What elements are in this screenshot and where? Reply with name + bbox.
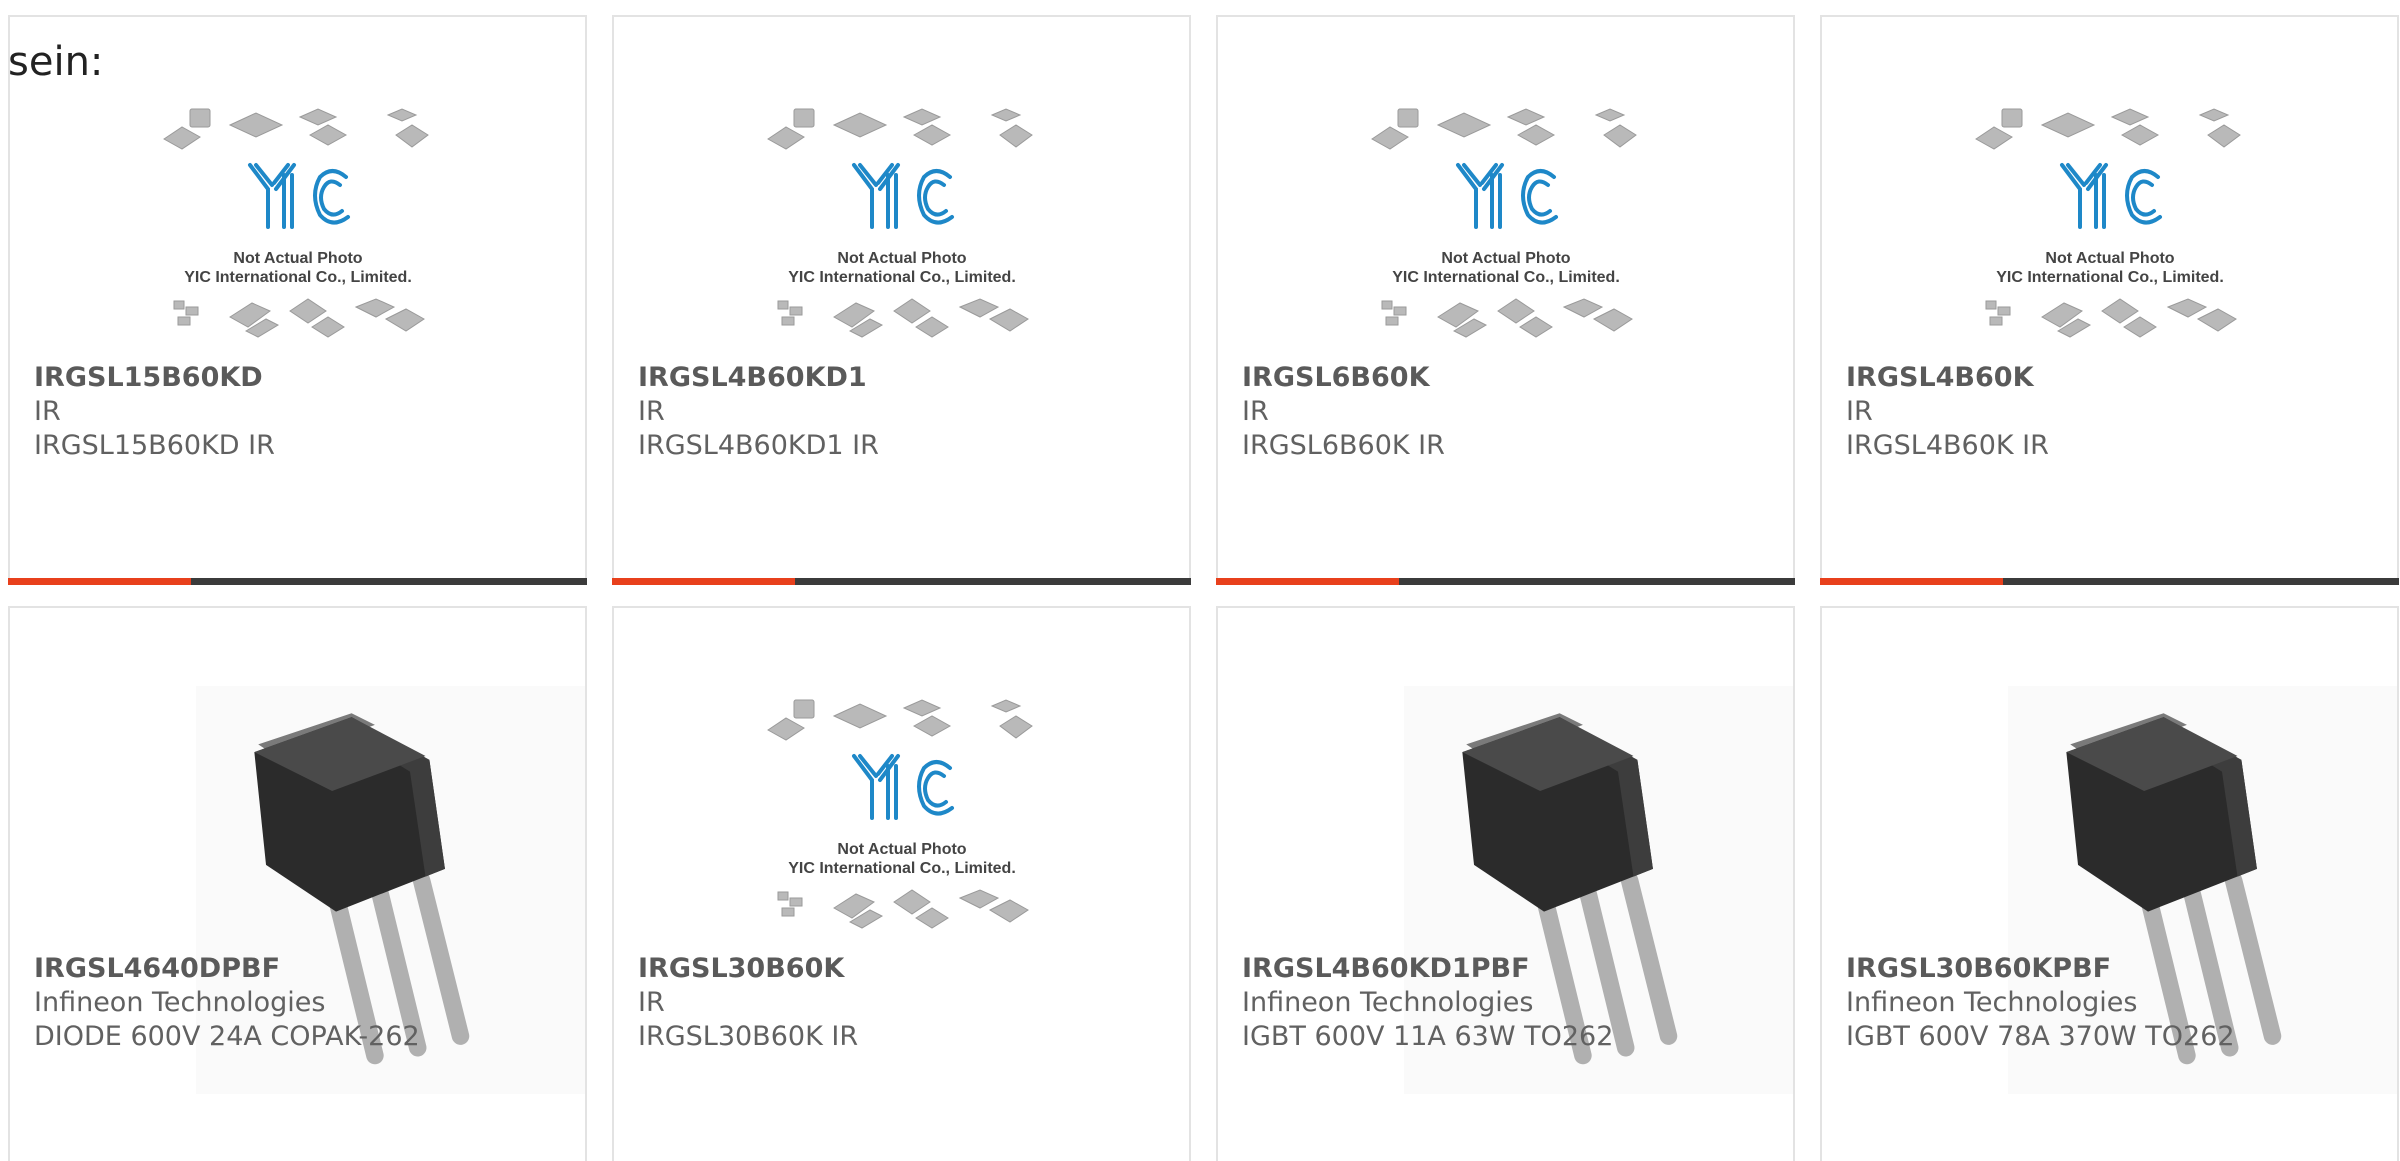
placeholder-image: Not Actual Photo YIC International Co., … bbox=[1975, 108, 2241, 338]
placeholder-line2: YIC International Co., Limited. bbox=[788, 269, 1016, 286]
card-bottom-bar bbox=[8, 578, 587, 585]
product-info: IRGSL4640DPBF Infineon Technologies DIODE … bbox=[34, 952, 420, 1054]
manufacturer: IR bbox=[1242, 396, 1269, 427]
placeholder-image: Not Actual Photo YIC International Co., … bbox=[767, 108, 1033, 338]
card-accent-bar bbox=[8, 578, 191, 585]
placeholder-line1: Not Actual Photo bbox=[1441, 250, 1570, 267]
product-card[interactable]: Not Actual Photo YIC International Co., … bbox=[1820, 15, 2399, 585]
placeholder-image: Not Actual Photo YIC International Co., … bbox=[1371, 108, 1637, 338]
manufacturer: IR bbox=[638, 987, 665, 1018]
part-description: IRGSL15B60KD IR bbox=[34, 430, 275, 461]
product-grid: Not Actual Photo YIC International Co., … bbox=[8, 15, 2400, 1161]
placeholder-image: Not Actual Photo YIC International Co., … bbox=[767, 699, 1033, 929]
product-grid-page: sein: Not Actual Photo YIC International… bbox=[0, 0, 2400, 1161]
part-number[interactable]: IRGSL30B60K bbox=[638, 952, 858, 986]
part-number[interactable]: IRGSL4B60K bbox=[1846, 361, 2049, 395]
product-card[interactable]: Not Actual Photo YIC International Co., … bbox=[8, 15, 587, 585]
part-number[interactable]: IRGSL6B60K bbox=[1242, 361, 1445, 395]
card-accent-bar bbox=[1820, 578, 2003, 585]
product-info: IRGSL4B60K IR IRGSL4B60K IR bbox=[1846, 361, 2049, 463]
manufacturer: IR bbox=[34, 396, 61, 427]
part-description: IRGSL4B60K IR bbox=[1846, 430, 2049, 461]
part-description: IRGSL30B60K IR bbox=[638, 1021, 859, 1052]
product-card[interactable]: Not Actual Photo YIC International Co., … bbox=[612, 606, 1191, 1161]
placeholder-line1: Not Actual Photo bbox=[2045, 250, 2174, 267]
part-number[interactable]: IRGSL15B60KD bbox=[34, 361, 275, 395]
part-number[interactable]: IRGSL30B60KPBF bbox=[1846, 952, 2235, 986]
product-card[interactable]: Not Actual Photo YIC International Co., … bbox=[1216, 15, 1795, 585]
placeholder-line2: YIC International Co., Limited. bbox=[788, 860, 1016, 877]
card-bottom-bar bbox=[612, 578, 1191, 585]
product-card[interactable]: IRGSL4B60KD1PBF Infineon Technologies IGBT… bbox=[1216, 606, 1795, 1161]
placeholder-line2: YIC International Co., Limited. bbox=[1392, 269, 1620, 286]
part-description: IRGSL4B60KD1 IR bbox=[638, 430, 879, 461]
part-number[interactable]: IRGSL4640DPBF bbox=[34, 952, 420, 986]
product-info: IRGSL15B60KD IR IRGSL15B60KD IR bbox=[34, 361, 275, 463]
product-info: IRGSL4B60KD1PBF Infineon Technologies IGBT… bbox=[1242, 952, 1613, 1054]
product-card[interactable]: IRGSL30B60KPBF Infineon Technologies IGBT … bbox=[1820, 606, 2399, 1161]
manufacturer: Infineon Technologies bbox=[1846, 987, 2138, 1018]
product-info: IRGSL30B60KPBF Infineon Technologies IGBT … bbox=[1846, 952, 2235, 1054]
manufacturer: Infineon Technologies bbox=[34, 987, 326, 1018]
part-description: IGBT 600V 78A 370W TO262 bbox=[1846, 1021, 2235, 1052]
product-info: IRGSL6B60K IR IRGSL6B60K IR bbox=[1242, 361, 1445, 463]
product-card[interactable]: IRGSL4640DPBF Infineon Technologies DIODE … bbox=[8, 606, 587, 1161]
manufacturer: IR bbox=[638, 396, 665, 427]
placeholder-image: Not Actual Photo YIC International Co., … bbox=[163, 108, 429, 338]
placeholder-line1: Not Actual Photo bbox=[837, 250, 966, 267]
part-number[interactable]: IRGSL4B60KD1 bbox=[638, 361, 879, 395]
part-description: DIODE 600V 24A COPAK-262 bbox=[34, 1021, 420, 1052]
product-card[interactable]: Not Actual Photo YIC International Co., … bbox=[612, 15, 1191, 585]
card-accent-bar bbox=[1216, 578, 1399, 585]
manufacturer: IR bbox=[1846, 396, 1873, 427]
card-bottom-bar bbox=[1820, 578, 2399, 585]
part-description: IGBT 600V 11A 63W TO262 bbox=[1242, 1021, 1614, 1052]
product-info: IRGSL30B60K IR IRGSL30B60K IR bbox=[638, 952, 858, 1054]
placeholder-line1: Not Actual Photo bbox=[233, 250, 362, 267]
placeholder-line1: Not Actual Photo bbox=[837, 841, 966, 858]
placeholder-line2: YIC International Co., Limited. bbox=[184, 269, 412, 286]
card-accent-bar bbox=[612, 578, 795, 585]
part-number[interactable]: IRGSL4B60KD1PBF bbox=[1242, 952, 1613, 986]
card-bottom-bar bbox=[1216, 578, 1795, 585]
part-description: IRGSL6B60K IR bbox=[1242, 430, 1445, 461]
placeholder-line2: YIC International Co., Limited. bbox=[1996, 269, 2224, 286]
product-info: IRGSL4B60KD1 IR IRGSL4B60KD1 IR bbox=[638, 361, 879, 463]
intro-text: sein: bbox=[8, 39, 104, 85]
manufacturer: Infineon Technologies bbox=[1242, 987, 1534, 1018]
